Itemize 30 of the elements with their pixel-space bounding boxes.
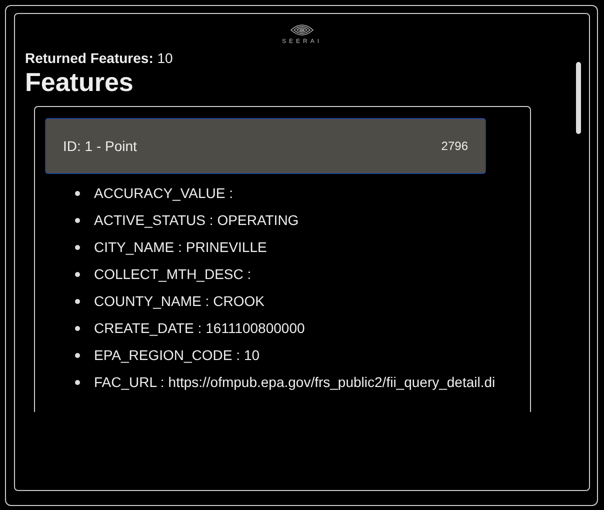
eye-logo-icon [290,22,314,38]
returned-label: Returned Features: [25,50,154,66]
bullet-icon [75,353,80,358]
property-value: CROOK [213,292,264,311]
bullet-icon [75,272,80,277]
property-key: FAC_URL : [94,369,164,396]
bullet-icon [75,326,80,331]
property-key: EPA_REGION_CODE : [94,342,240,369]
bullet-icon [75,299,80,304]
bullet-icon [75,245,80,250]
returned-count: 10 [157,50,173,66]
bullet-icon [75,218,80,223]
feature-title: ID: 1 - Point [63,138,137,154]
property-value: 1611100800000 [206,319,305,338]
property-value: 10 [244,346,260,365]
feature-count: 2796 [441,139,468,153]
property-key: CITY_NAME : [94,234,182,261]
features-heading: Features [25,66,134,98]
property-value: https://ofmpub.epa.gov/frs_public2/fii_query_detail.di [168,373,496,392]
property-key: ACCURACY_VALUE : [94,180,234,207]
bullet-icon [75,380,80,385]
scrollbar-thumb[interactable] [576,62,581,134]
property-value: OPERATING [217,211,299,230]
property-key: COUNTY_NAME : [94,288,210,315]
property-key: COLLECT_MTH_DESC : [94,261,252,288]
bullet-icon [75,191,80,196]
property-key: ACTIVE_STATUS : [94,207,214,234]
property-value: PRINEVILLE [186,238,267,257]
property-key: CREATE_DATE : [94,315,202,342]
feature-header[interactable]: ID: 1 - Point 2796 [45,118,486,174]
